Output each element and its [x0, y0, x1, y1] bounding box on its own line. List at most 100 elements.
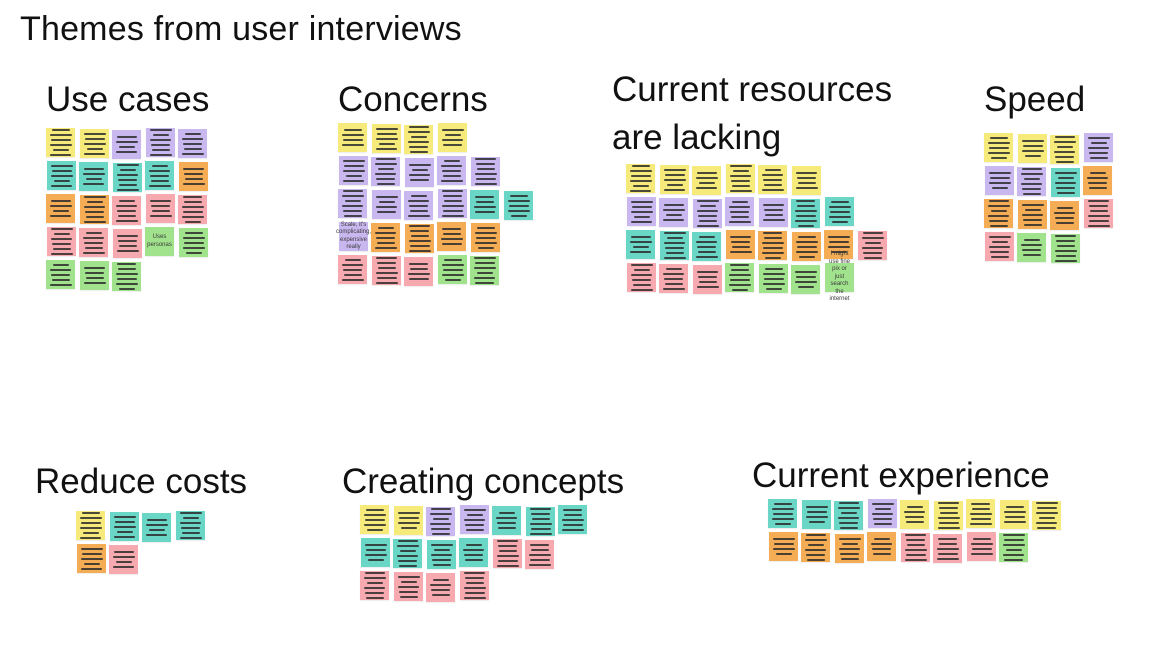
sticky-note[interactable] [1083, 166, 1112, 195]
sticky-note[interactable]: I might use fine pix or just search the … [825, 251, 854, 302]
sticky-note[interactable] [558, 505, 587, 534]
sticky-note[interactable] [178, 195, 207, 224]
sticky-note[interactable] [759, 198, 788, 227]
sticky-note[interactable] [404, 191, 433, 220]
sticky-note[interactable] [758, 165, 787, 194]
sticky-note[interactable] [1051, 234, 1080, 263]
group-use-cases[interactable]: Use cases Uses personas [46, 82, 286, 302]
sticky-note[interactable] [999, 533, 1028, 562]
sticky-note[interactable] [693, 265, 722, 294]
sticky-note[interactable]: Scale, it's complicating, expensive real… [336, 222, 371, 251]
sticky-note[interactable] [142, 513, 171, 542]
sticky-note[interactable] [726, 164, 755, 193]
sticky-note[interactable] [1018, 200, 1047, 229]
sticky-note[interactable] [1050, 201, 1079, 230]
sticky-note[interactable] [1000, 500, 1029, 529]
group-creating-concepts[interactable]: Creating concepts [342, 464, 662, 614]
sticky-note[interactable] [626, 230, 655, 259]
sticky-note[interactable] [525, 540, 554, 569]
sticky-note[interactable] [900, 500, 929, 529]
sticky-note[interactable] [1017, 167, 1046, 196]
sticky-note[interactable] [725, 197, 754, 226]
sticky-note[interactable] [660, 231, 689, 260]
sticky-note[interactable] [801, 533, 830, 562]
sticky-note[interactable] [460, 505, 489, 534]
sticky-note[interactable] [339, 156, 368, 185]
sticky-note[interactable] [858, 231, 887, 260]
sticky-note[interactable] [372, 190, 401, 219]
sticky-note[interactable] [471, 223, 500, 252]
sticky-note[interactable] [934, 501, 963, 530]
sticky-note[interactable] [146, 128, 175, 157]
sticky-note[interactable] [109, 545, 138, 574]
sticky-note[interactable] [1050, 135, 1079, 164]
sticky-note[interactable] [492, 506, 521, 535]
sticky-note[interactable] [868, 499, 897, 528]
sticky-note[interactable] [79, 228, 108, 257]
group-concerns[interactable]: Concerns Scale, it's complicating, expen… [336, 82, 558, 302]
sticky-note[interactable] [758, 231, 787, 260]
sticky-note[interactable] [46, 128, 75, 157]
sticky-note[interactable] [984, 199, 1013, 228]
sticky-note[interactable] [985, 166, 1014, 195]
sticky-note[interactable] [372, 124, 401, 153]
sticky-note[interactable] [660, 165, 689, 194]
sticky-note[interactable] [967, 532, 996, 561]
sticky-note[interactable] [627, 263, 656, 292]
sticky-note[interactable]: Uses personas [145, 227, 174, 256]
sticky-note[interactable] [459, 538, 488, 567]
sticky-note[interactable] [867, 532, 896, 561]
sticky-note[interactable] [471, 157, 500, 186]
sticky-note[interactable] [361, 538, 390, 567]
sticky-note[interactable] [791, 265, 820, 294]
group-speed[interactable]: Speed [984, 82, 1144, 272]
group-current-experience[interactable]: Current experience [752, 458, 1092, 578]
sticky-note[interactable] [405, 158, 434, 187]
sticky-note[interactable] [1084, 199, 1113, 228]
sticky-note[interactable] [360, 505, 389, 534]
sticky-note[interactable] [338, 189, 367, 218]
sticky-note[interactable] [768, 499, 797, 528]
sticky-note[interactable] [47, 161, 76, 190]
sticky-note[interactable] [360, 571, 389, 600]
sticky-note[interactable] [933, 534, 962, 563]
sticky-note[interactable] [372, 256, 401, 285]
sticky-note[interactable] [404, 257, 433, 286]
sticky-note[interactable] [834, 501, 863, 530]
sticky-note[interactable] [79, 162, 108, 191]
sticky-note[interactable] [113, 163, 142, 192]
sticky-note[interactable] [338, 255, 367, 284]
sticky-note[interactable] [791, 199, 820, 228]
sticky-note[interactable] [46, 260, 75, 289]
sticky-note[interactable] [393, 539, 422, 568]
sticky-note[interactable] [112, 262, 141, 291]
sticky-note[interactable] [835, 534, 864, 563]
sticky-note[interactable] [113, 229, 142, 258]
sticky-note[interactable] [470, 190, 499, 219]
sticky-note[interactable] [966, 499, 995, 528]
sticky-note[interactable] [77, 544, 106, 573]
sticky-note[interactable] [112, 196, 141, 225]
sticky-note[interactable] [405, 224, 434, 253]
sticky-note[interactable] [1051, 168, 1080, 197]
sticky-note[interactable] [438, 189, 467, 218]
sticky-note[interactable] [178, 129, 207, 158]
sticky-note[interactable] [627, 197, 656, 226]
sticky-note[interactable] [1084, 133, 1113, 162]
sticky-note[interactable] [371, 223, 400, 252]
sticky-note[interactable] [504, 191, 533, 220]
sticky-note[interactable] [427, 540, 456, 569]
sticky-note[interactable] [338, 123, 367, 152]
sticky-note[interactable] [985, 232, 1014, 261]
sticky-note[interactable] [984, 133, 1013, 162]
sticky-note[interactable] [759, 264, 788, 293]
sticky-note[interactable] [394, 506, 423, 535]
sticky-note[interactable] [460, 571, 489, 600]
sticky-note[interactable] [179, 162, 208, 191]
sticky-note[interactable] [404, 125, 433, 154]
sticky-note[interactable] [47, 227, 76, 256]
sticky-note[interactable] [76, 511, 105, 540]
sticky-note[interactable] [659, 264, 688, 293]
sticky-note[interactable] [80, 261, 109, 290]
sticky-note[interactable] [526, 507, 555, 536]
